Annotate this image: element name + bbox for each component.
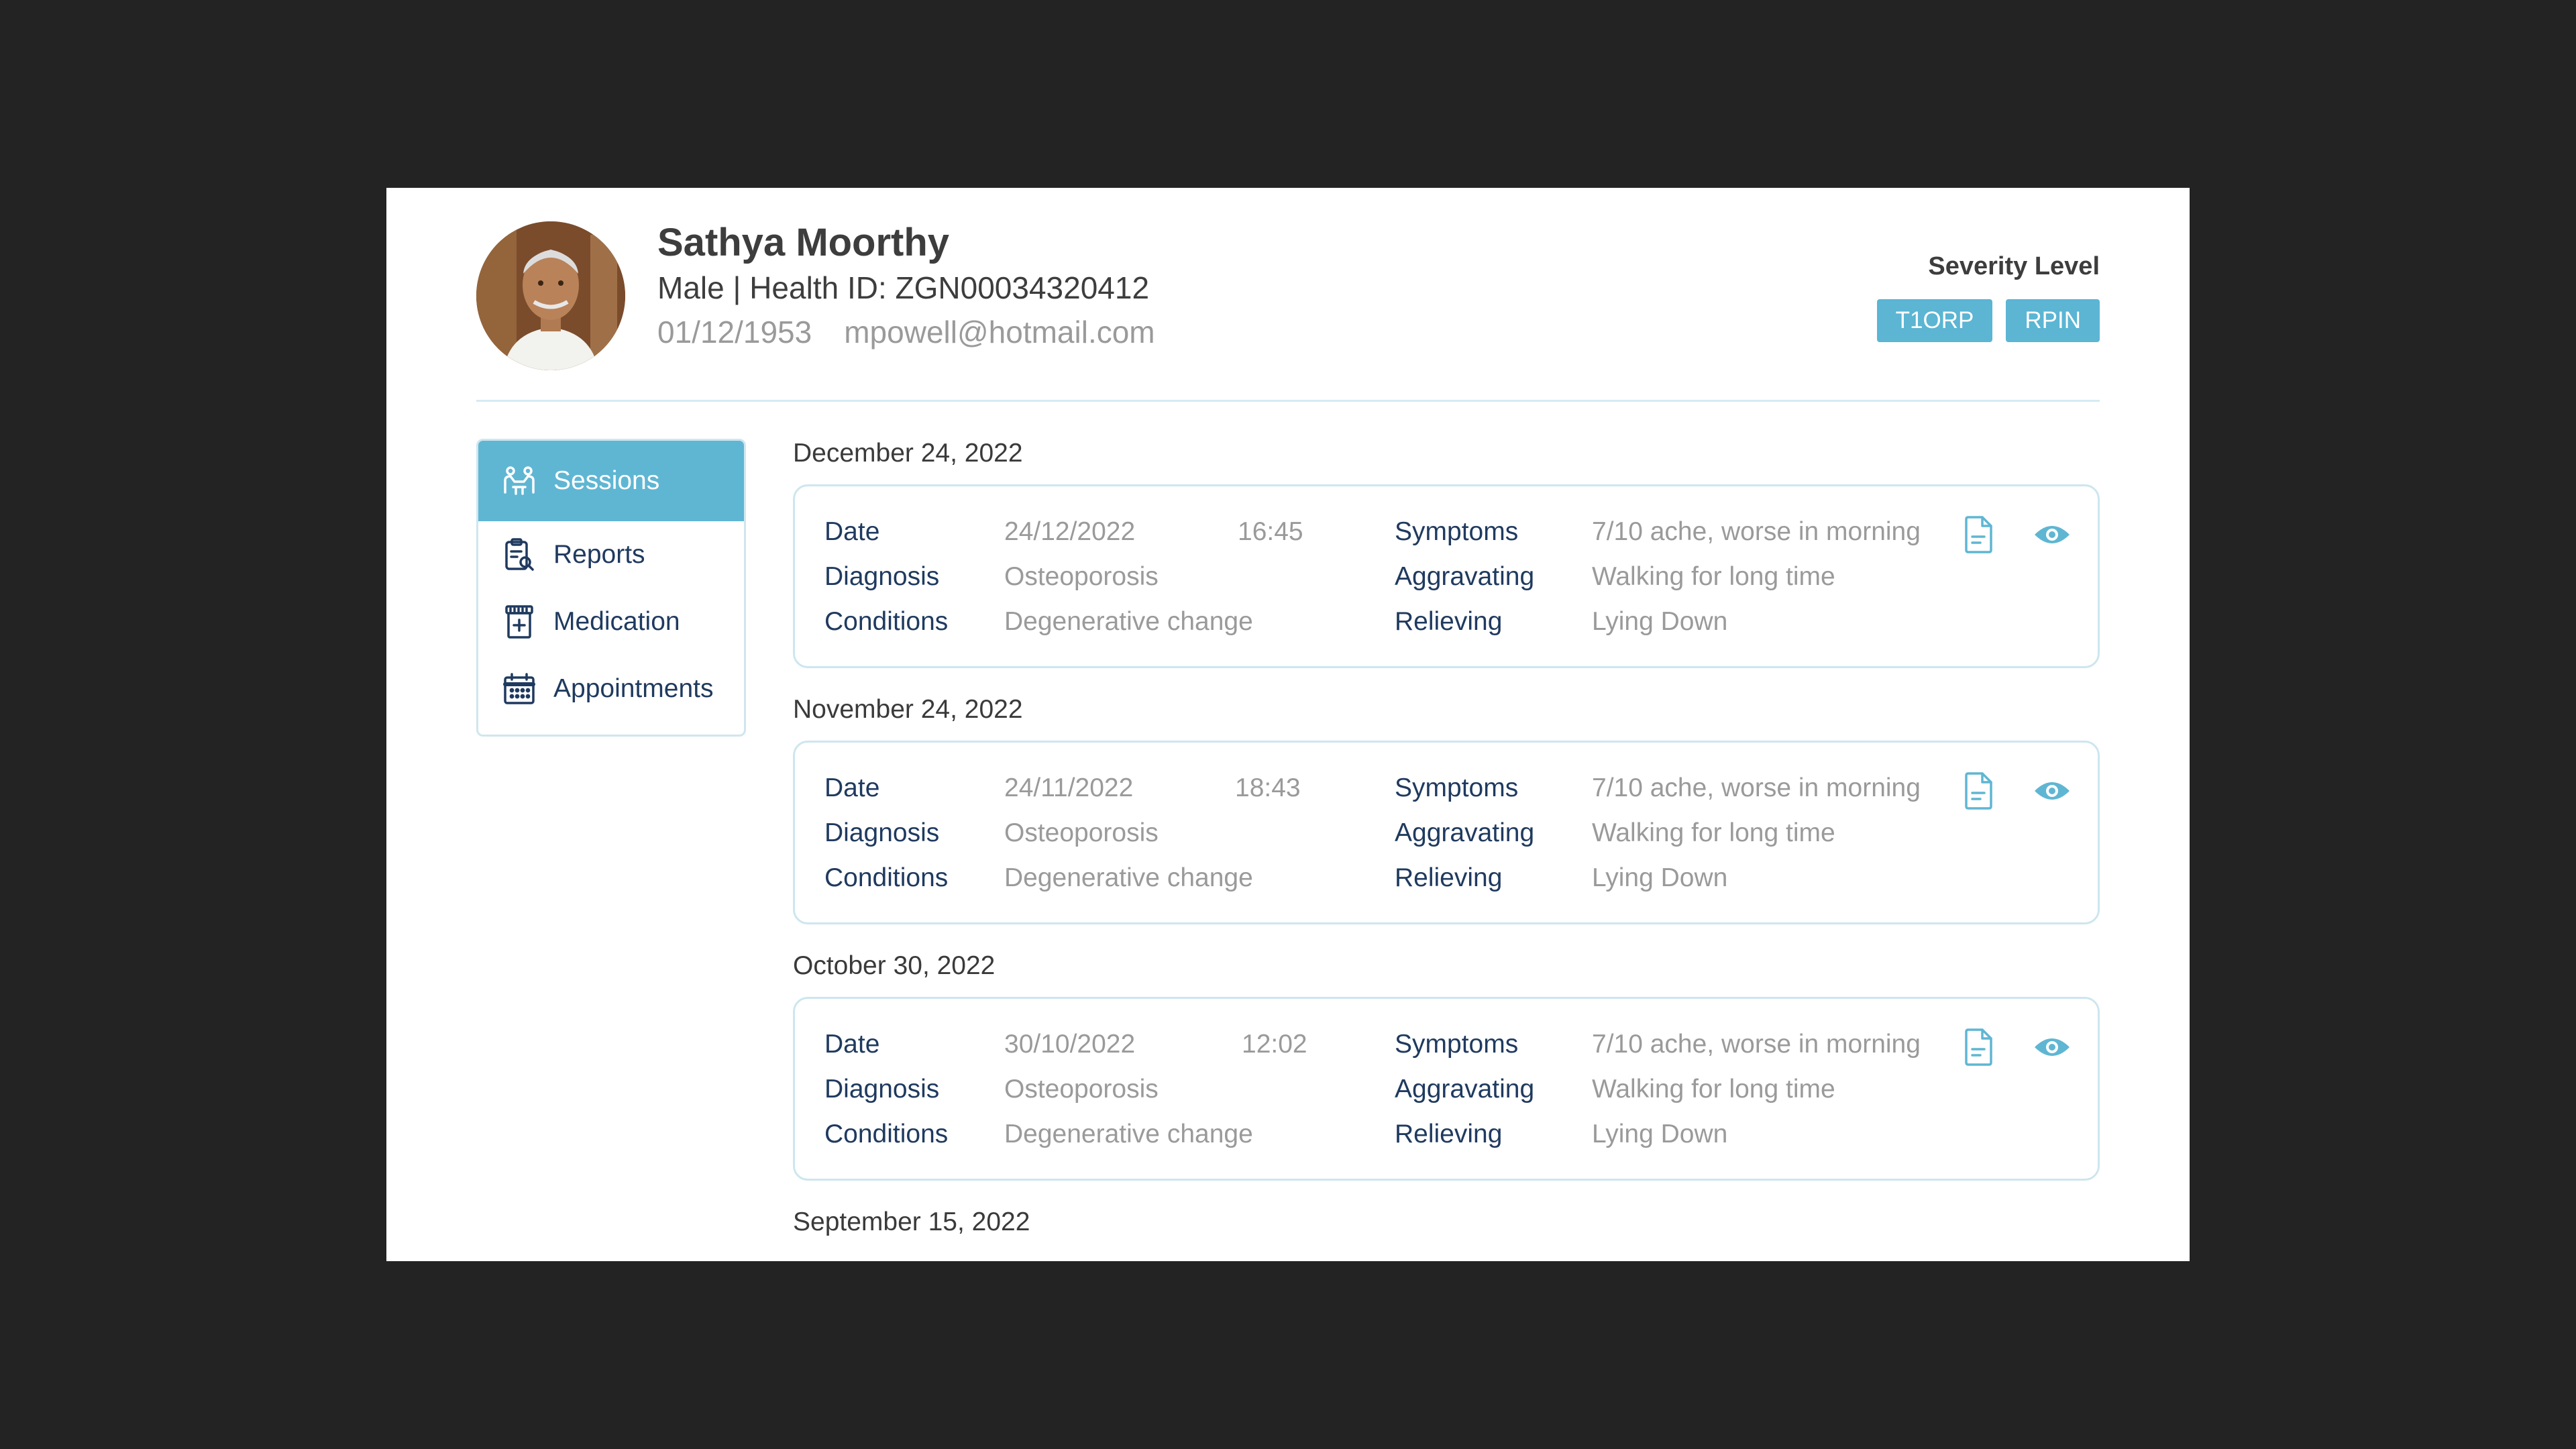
sessions-icon: [501, 463, 537, 499]
patient-avatar: [476, 221, 625, 370]
conditions-label: Conditions: [824, 1120, 949, 1148]
diagnosis-label: Diagnosis: [824, 818, 940, 847]
aggravating-label: Aggravating: [1395, 1075, 1535, 1104]
session-time-value: 18:43: [1235, 773, 1301, 802]
conditions-value: Degenerative change: [1004, 607, 1253, 636]
diagnosis-value: Osteoporosis: [1004, 1075, 1159, 1104]
session-card: Date 24/11/2022 18:43 Symptoms 7/10 ache…: [793, 741, 2100, 924]
date-label: Date: [824, 1030, 880, 1059]
symptoms-label: Symptoms: [1395, 1030, 1519, 1059]
sidebar-item-label: Reports: [553, 540, 645, 569]
patient-panel: Sathya Moorthy Male | Health ID: ZGN0003…: [386, 188, 2190, 1261]
eye-icon[interactable]: [2032, 515, 2072, 555]
session-date-heading: September 15, 2022: [793, 1208, 1030, 1236]
sidebar-nav: Sessions Reports Medication Appointments: [476, 439, 746, 737]
session-card: Date 30/10/2022 12:02 Symptoms 7/10 ache…: [793, 997, 2100, 1181]
document-icon[interactable]: [1958, 515, 1998, 555]
conditions-value: Degenerative change: [1004, 863, 1253, 892]
session-date-heading: December 24, 2022: [793, 439, 1023, 468]
severity-badge: RPIN: [2006, 299, 2100, 342]
aggravating-value: Walking for long time: [1592, 818, 1835, 847]
conditions-value: Degenerative change: [1004, 1120, 1253, 1148]
session-time-value: 12:02: [1242, 1030, 1307, 1059]
patient-contact-line: 01/12/1953 mpowell@hotmail.com: [657, 314, 1155, 350]
symptoms-value: 7/10 ache, worse in morning: [1592, 1030, 1921, 1059]
diagnosis-value: Osteoporosis: [1004, 818, 1159, 847]
session-date-value: 24/11/2022: [1004, 773, 1134, 802]
patient-name: Sathya Moorthy: [657, 221, 950, 264]
medication-icon: [501, 604, 537, 640]
symptoms-label: Symptoms: [1395, 517, 1519, 546]
eye-icon[interactable]: [2032, 1027, 2072, 1067]
relieving-label: Relieving: [1395, 863, 1503, 892]
sidebar-item-appointments[interactable]: Appointments: [478, 655, 744, 722]
diagnosis-label: Diagnosis: [824, 1075, 940, 1104]
patient-dob: 01/12/1953: [657, 315, 812, 350]
session-date-value: 24/12/2022: [1004, 517, 1136, 546]
eye-icon[interactable]: [2032, 771, 2072, 811]
sidebar-item-sessions[interactable]: Sessions: [478, 441, 744, 521]
sessions-list: December 24, 2022 Date 24/12/2022 16:45 …: [793, 435, 2100, 1253]
session-date-value: 30/10/2022: [1004, 1030, 1136, 1059]
document-icon[interactable]: [1958, 1027, 1998, 1067]
symptoms-value: 7/10 ache, worse in morning: [1592, 773, 1921, 802]
date-label: Date: [824, 773, 880, 802]
conditions-label: Conditions: [824, 607, 949, 636]
conditions-label: Conditions: [824, 863, 949, 892]
severity-badge: T1ORP: [1876, 299, 1993, 342]
session-date-heading: October 30, 2022: [793, 951, 996, 980]
sidebar-item-label: Medication: [553, 607, 680, 636]
patient-gender-health-id: Male | Health ID: ZGN00034320412: [657, 270, 1150, 305]
aggravating-label: Aggravating: [1395, 562, 1535, 591]
relieving-label: Relieving: [1395, 1120, 1503, 1148]
sidebar-item-label: Appointments: [553, 674, 714, 703]
aggravating-value: Walking for long time: [1592, 1075, 1835, 1104]
severity-level-label: Severity Level: [1928, 252, 2100, 280]
symptoms-value: 7/10 ache, worse in morning: [1592, 517, 1921, 546]
aggravating-value: Walking for long time: [1592, 562, 1835, 591]
relieving-value: Lying Down: [1592, 607, 1728, 636]
symptoms-label: Symptoms: [1395, 773, 1519, 802]
session-time-value: 16:45: [1238, 517, 1303, 546]
session-date-heading: November 24, 2022: [793, 695, 1023, 724]
calendar-icon: [501, 671, 537, 707]
header-divider: [476, 400, 2100, 402]
relieving-value: Lying Down: [1592, 863, 1728, 892]
document-icon[interactable]: [1958, 771, 1998, 811]
reports-icon: [501, 537, 537, 573]
patient-email[interactable]: mpowell@hotmail.com: [844, 315, 1155, 350]
relieving-value: Lying Down: [1592, 1120, 1728, 1148]
sidebar-item-reports[interactable]: Reports: [478, 521, 744, 588]
relieving-label: Relieving: [1395, 607, 1503, 636]
severity-badges: T1ORP RPIN: [1876, 299, 2100, 342]
session-card: Date 24/12/2022 16:45 Symptoms 7/10 ache…: [793, 484, 2100, 668]
sidebar-item-medication[interactable]: Medication: [478, 588, 744, 655]
diagnosis-value: Osteoporosis: [1004, 562, 1159, 591]
sidebar-item-label: Sessions: [553, 466, 660, 495]
aggravating-label: Aggravating: [1395, 818, 1535, 847]
date-label: Date: [824, 517, 880, 546]
diagnosis-label: Diagnosis: [824, 562, 940, 591]
